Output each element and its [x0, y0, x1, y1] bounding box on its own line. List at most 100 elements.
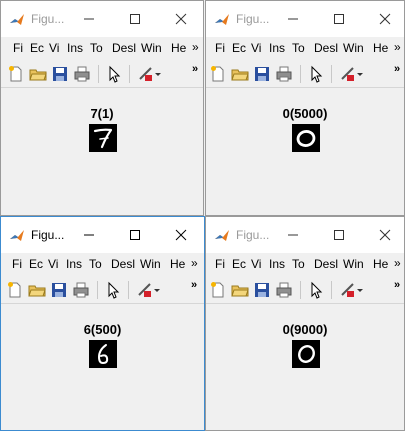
- menu-desktop[interactable]: Desl: [314, 41, 338, 55]
- menu-edit[interactable]: Ec: [232, 257, 246, 271]
- figure-canvas[interactable]: 7(1): [1, 88, 203, 215]
- menu-tools[interactable]: To: [90, 41, 103, 55]
- menu-edit[interactable]: Ec: [30, 41, 44, 55]
- toolbar-separator: [128, 281, 129, 299]
- menu-tools[interactable]: To: [292, 41, 305, 55]
- maximize-button[interactable]: [123, 7, 147, 31]
- menu-insert[interactable]: Ins: [67, 41, 83, 55]
- pointer-icon[interactable]: [105, 65, 123, 83]
- save-icon[interactable]: [50, 281, 68, 299]
- menu-file[interactable]: Fi: [215, 41, 225, 55]
- pointer-icon[interactable]: [307, 65, 325, 83]
- toolbar-overflow-button[interactable]: »: [394, 279, 400, 291]
- menu-overflow-button[interactable]: »: [191, 256, 198, 270]
- dropdown-arrow-icon[interactable]: [356, 65, 364, 83]
- figure-window-2[interactable]: Figu... Fi Ec Vi Ins To Desl Win He » » …: [205, 0, 405, 216]
- open-folder-icon[interactable]: [29, 65, 47, 83]
- dropdown-arrow-icon[interactable]: [356, 281, 364, 299]
- toolbar-overflow-button[interactable]: »: [192, 63, 198, 75]
- plot-title: 0(9000): [282, 322, 328, 337]
- figure-canvas[interactable]: 0(9000): [206, 304, 404, 430]
- print-icon[interactable]: [275, 281, 293, 299]
- menu-window[interactable]: Win: [140, 257, 161, 271]
- close-button[interactable]: [373, 7, 397, 31]
- menu-view[interactable]: Vi: [48, 257, 58, 271]
- maximize-button[interactable]: [123, 223, 147, 247]
- save-icon[interactable]: [253, 281, 271, 299]
- new-figure-icon[interactable]: [7, 65, 25, 83]
- menu-overflow-button[interactable]: »: [192, 40, 199, 54]
- new-figure-icon[interactable]: [209, 65, 227, 83]
- minimize-button[interactable]: [77, 7, 101, 31]
- menu-insert[interactable]: Ins: [66, 257, 82, 271]
- menu-window[interactable]: Win: [141, 41, 162, 55]
- print-icon[interactable]: [275, 65, 293, 83]
- close-button[interactable]: [373, 223, 397, 247]
- toolbar-overflow-button[interactable]: »: [191, 279, 197, 291]
- figure-window-3[interactable]: Figu... Fi Ec Vi Ins To Desl Win He » » …: [0, 216, 205, 431]
- matlab-logo-icon: [215, 14, 229, 25]
- menu-overflow-button[interactable]: »: [394, 256, 401, 270]
- menu-desktop[interactable]: Desl: [111, 257, 135, 271]
- open-folder-icon[interactable]: [28, 281, 46, 299]
- title-bar[interactable]: Figu...: [1, 1, 203, 37]
- figure-canvas[interactable]: 0(5000): [206, 88, 404, 215]
- menu-file[interactable]: Fi: [13, 41, 23, 55]
- dropdown-arrow-icon[interactable]: [153, 281, 161, 299]
- menu-help[interactable]: He: [373, 257, 388, 271]
- menu-insert[interactable]: Ins: [269, 41, 285, 55]
- title-bar[interactable]: Figu...: [206, 217, 404, 253]
- menu-desktop[interactable]: Desl: [112, 41, 136, 55]
- toolbar-separator: [98, 65, 99, 83]
- menu-help[interactable]: He: [170, 257, 185, 271]
- print-icon[interactable]: [72, 281, 90, 299]
- menu-help[interactable]: He: [171, 41, 186, 55]
- menu-desktop[interactable]: Desl: [314, 257, 338, 271]
- plot-title: 7(1): [90, 106, 114, 121]
- dropdown-arrow-icon[interactable]: [154, 65, 162, 83]
- figure-window-4[interactable]: Figu... Fi Ec Vi Ins To Desl Win He » » …: [205, 216, 405, 431]
- print-icon[interactable]: [73, 65, 91, 83]
- save-icon[interactable]: [51, 65, 69, 83]
- brush-icon[interactable]: [136, 65, 154, 83]
- menu-tools[interactable]: To: [89, 257, 102, 271]
- menu-file[interactable]: Fi: [215, 257, 225, 271]
- window-title: Figu...: [31, 12, 65, 26]
- menu-view[interactable]: Vi: [251, 41, 261, 55]
- new-figure-icon[interactable]: [209, 281, 227, 299]
- open-folder-icon[interactable]: [231, 65, 249, 83]
- toolbar-overflow-button[interactable]: »: [394, 63, 400, 75]
- title-bar[interactable]: Figu...: [206, 1, 404, 37]
- title-bar[interactable]: Figu...: [1, 217, 204, 253]
- close-button[interactable]: [169, 223, 193, 247]
- pointer-icon[interactable]: [104, 281, 122, 299]
- save-icon[interactable]: [253, 65, 271, 83]
- digit-image: [292, 340, 320, 368]
- maximize-button[interactable]: [327, 7, 351, 31]
- menu-tools[interactable]: To: [292, 257, 305, 271]
- menu-help[interactable]: He: [373, 41, 388, 55]
- menu-edit[interactable]: Ec: [232, 41, 246, 55]
- menu-view[interactable]: Vi: [251, 257, 261, 271]
- open-folder-icon[interactable]: [231, 281, 249, 299]
- brush-icon[interactable]: [338, 281, 356, 299]
- new-figure-icon[interactable]: [6, 281, 24, 299]
- pointer-icon[interactable]: [307, 281, 325, 299]
- minimize-button[interactable]: [281, 7, 305, 31]
- figure-window-1[interactable]: Figu... Fi Ec Vi Ins To Desl Win He » » …: [0, 0, 204, 216]
- maximize-button[interactable]: [327, 223, 351, 247]
- menu-window[interactable]: Win: [343, 257, 364, 271]
- minimize-button[interactable]: [281, 223, 305, 247]
- menu-insert[interactable]: Ins: [269, 257, 285, 271]
- close-button[interactable]: [169, 7, 193, 31]
- minimize-button[interactable]: [77, 223, 101, 247]
- menu-window[interactable]: Win: [343, 41, 364, 55]
- brush-icon[interactable]: [338, 65, 356, 83]
- brush-icon[interactable]: [135, 281, 153, 299]
- figure-canvas[interactable]: 6(500): [1, 304, 204, 430]
- toolbar: »: [1, 277, 204, 304]
- menu-edit[interactable]: Ec: [29, 257, 43, 271]
- menu-overflow-button[interactable]: »: [394, 40, 401, 54]
- menu-file[interactable]: Fi: [12, 257, 22, 271]
- menu-view[interactable]: Vi: [49, 41, 59, 55]
